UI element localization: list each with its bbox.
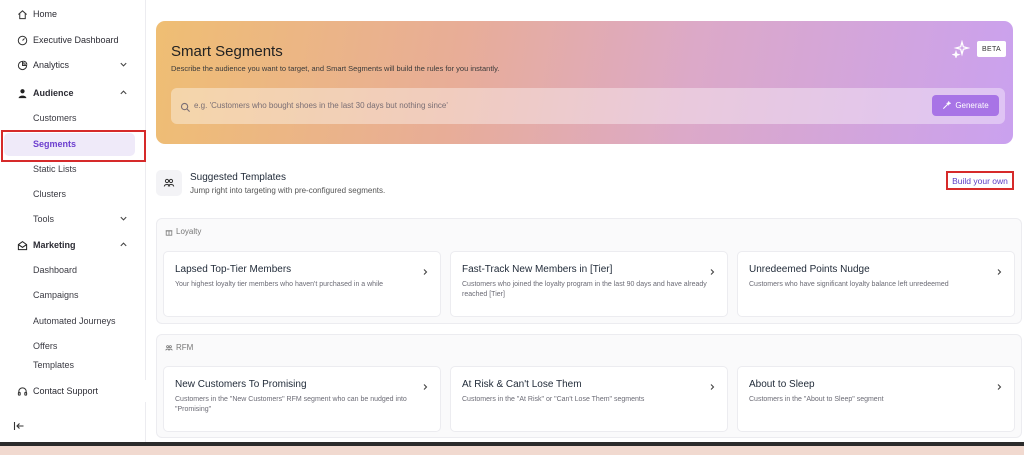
sidebar-item-label: Home [33, 9, 58, 19]
chevron-right-icon [708, 263, 716, 275]
card-title: Fast-Track New Members in [Tier] [462, 264, 613, 275]
template-card[interactable]: New Customers To Promising Customers in … [163, 366, 441, 432]
users-icon [165, 344, 173, 351]
sidebar-item-home[interactable]: Home [0, 3, 146, 25]
sidebar-subitem-automated-journeys[interactable]: Automated Journeys [0, 310, 146, 332]
card-description: Your highest loyalty tier members who ha… [175, 281, 384, 288]
hero-subtitle: Describe the audience you want to target… [171, 64, 500, 73]
sparkle-icon [951, 39, 971, 60]
hero-title: Smart Segments [171, 43, 283, 60]
sidebar-subitem-customers[interactable]: Customers [0, 107, 146, 129]
chevron-up-icon [119, 240, 128, 249]
sidebar-item-label: Analytics [33, 60, 70, 70]
sidebar-item-label: Audience [33, 88, 74, 98]
template-card[interactable]: Fast-Track New Members in [Tier] Custome… [450, 251, 728, 317]
templates-title: Suggested Templates [190, 172, 286, 183]
gift-icon [165, 229, 173, 236]
card-title: At Risk & Can't Lose Them [462, 379, 582, 390]
card-title: Lapsed Top-Tier Members [175, 264, 292, 275]
sidebar-item-analytics[interactable]: Analytics [0, 54, 146, 76]
card-description: Customers who joined the loyalty program… [462, 281, 707, 298]
search-input[interactable]: e.g. 'Customers who bought shoes in the … [194, 101, 448, 110]
section-label-text: Loyalty [176, 227, 202, 236]
template-card[interactable]: About to Sleep Customers in the "About t… [737, 366, 1015, 432]
card-description: Customers who have significant loyalty b… [749, 281, 949, 288]
gauge-icon [17, 35, 28, 46]
sidebar-subitem-offers[interactable]: Offers [0, 335, 146, 357]
taskbar-strip [0, 446, 1024, 455]
sidebar-item-audience[interactable]: Audience [0, 82, 146, 104]
suggested-templates-header: Suggested Templates Jump right into targ… [156, 168, 1016, 204]
generate-label: Generate [955, 101, 989, 110]
beta-badge: BETA [977, 41, 1006, 57]
sidebar-item-contact-support[interactable]: Contact Support [0, 380, 146, 402]
sidebar-subitem-tools[interactable]: Tools [0, 208, 146, 230]
chevron-right-icon [421, 378, 429, 390]
chevron-right-icon [421, 263, 429, 275]
sidebar-subitem-static-lists[interactable]: Static Lists [0, 158, 146, 180]
sidebar-item-marketing[interactable]: Marketing [0, 234, 146, 256]
template-card[interactable]: Unredeemed Points Nudge Customers who ha… [737, 251, 1015, 317]
smart-segment-search[interactable]: e.g. 'Customers who bought shoes in the … [171, 88, 1005, 124]
section-label: Loyalty [165, 227, 201, 236]
templates-subtitle: Jump right into targeting with pre-confi… [190, 186, 386, 195]
chevron-down-icon [119, 60, 128, 69]
magic-wand-icon [943, 101, 952, 110]
sidebar-subitem-dashboard[interactable]: Dashboard [0, 259, 146, 281]
sidebar-subitem-clusters[interactable]: Clusters [0, 183, 146, 205]
sidebar-item-executive-dashboard[interactable]: Executive Dashboard [0, 29, 146, 51]
mail-open-icon [17, 240, 28, 251]
chart-pie-icon [17, 60, 28, 71]
sidebar-subitem-label: Tools [33, 214, 55, 224]
template-card[interactable]: Lapsed Top-Tier Members Your highest loy… [163, 251, 441, 317]
section-loyalty: Loyalty Lapsed Top-Tier Members Your hig… [156, 218, 1022, 324]
card-title: About to Sleep [749, 379, 815, 390]
chevron-up-icon [119, 88, 128, 97]
build-your-own-button[interactable]: Build your own [946, 171, 1014, 190]
sidebar-item-label: Contact Support [33, 386, 99, 396]
sidebar-subitem-campaigns[interactable]: Campaigns [0, 284, 146, 306]
card-title: New Customers To Promising [175, 379, 307, 390]
users-icon [156, 170, 182, 196]
sidebar: Home Executive Dashboard Analytics Audie… [0, 0, 146, 442]
section-label: RFM [165, 343, 193, 352]
smart-segments-panel: Smart Segments Describe the audience you… [156, 21, 1013, 144]
template-card[interactable]: At Risk & Can't Lose Them Customers in t… [450, 366, 728, 432]
sidebar-item-label: Marketing [33, 240, 76, 250]
card-description: Customers in the "About to Sleep" segmen… [749, 396, 884, 403]
search-icon [180, 100, 191, 113]
card-description: Customers in the "New Customers" RFM seg… [175, 396, 407, 413]
sidebar-item-label: Executive Dashboard [33, 35, 119, 45]
section-label-text: RFM [176, 343, 194, 352]
generate-button[interactable]: Generate [932, 95, 999, 116]
main-content: Smart Segments Describe the audience you… [146, 0, 1024, 442]
user-icon [17, 88, 28, 99]
sidebar-subitem-templates[interactable]: Templates [0, 360, 146, 370]
chevron-right-icon [995, 263, 1003, 275]
section-rfm: RFM New Customers To Promising Customers… [156, 334, 1022, 438]
chevron-down-icon [119, 214, 128, 223]
taskbar [0, 442, 1024, 455]
home-icon [17, 9, 28, 20]
card-title: Unredeemed Points Nudge [749, 264, 870, 275]
chevron-right-icon [708, 378, 716, 390]
collapse-sidebar-icon[interactable] [13, 419, 25, 431]
card-description: Customers in the "At Risk" or "Can't Los… [462, 396, 645, 403]
headset-icon [17, 386, 28, 397]
chevron-right-icon [995, 378, 1003, 390]
